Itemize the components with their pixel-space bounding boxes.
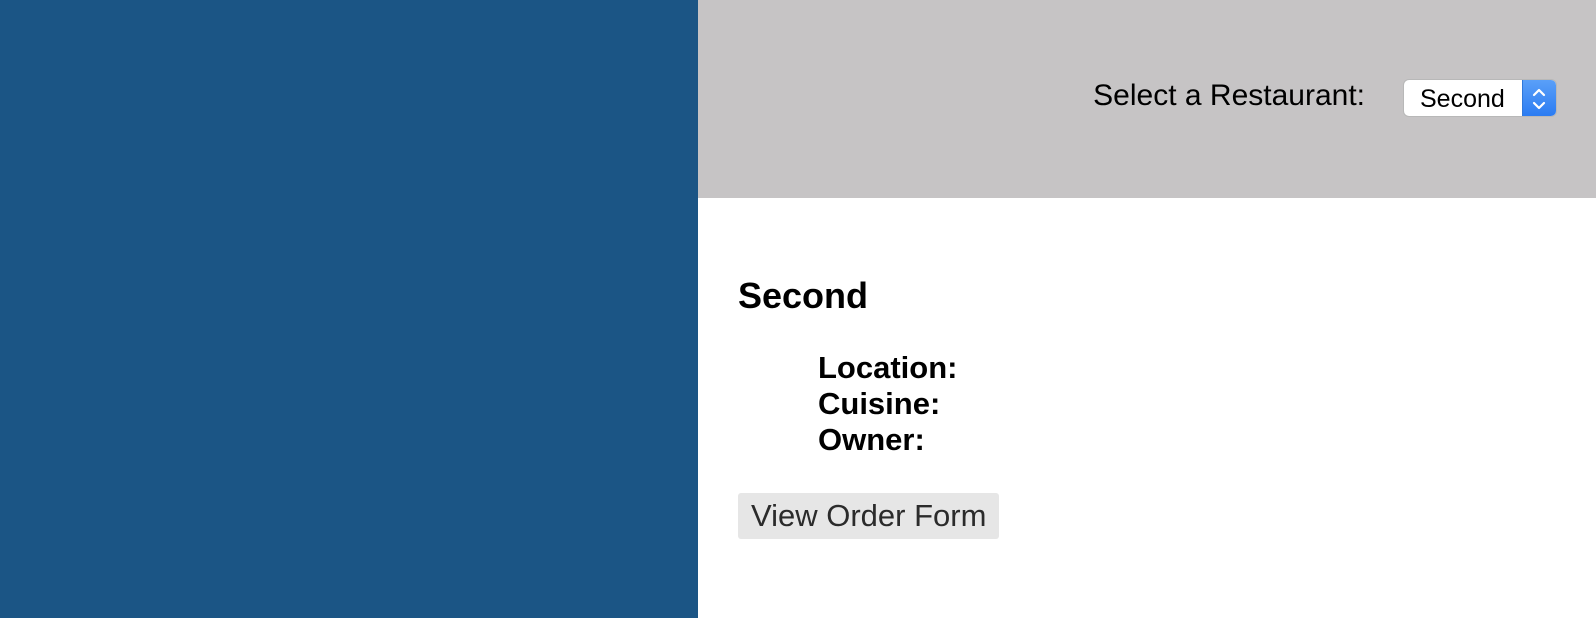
left-side-panel [0,0,698,618]
detail-owner-label: Owner: [818,422,925,457]
detail-location-label: Location: [818,350,958,385]
restaurant-details-list: Location: Cuisine: Owner: [818,350,958,458]
restaurant-select-label: Select a Restaurant: [1093,79,1365,112]
detail-cuisine-label: Cuisine: [818,386,941,421]
restaurant-select[interactable]: Second [1403,79,1557,117]
restaurant-select-value: Second [1420,85,1505,113]
restaurant-name: Second [738,275,869,316]
restaurant-detail-panel: Second Location: Cuisine: Owner: View Or… [698,198,1596,618]
view-order-form-button[interactable]: View Order Form [738,493,1000,539]
page: Select a Restaurant: Second Second Locat… [0,0,1596,618]
chevron-up-down-icon[interactable] [1522,80,1556,116]
